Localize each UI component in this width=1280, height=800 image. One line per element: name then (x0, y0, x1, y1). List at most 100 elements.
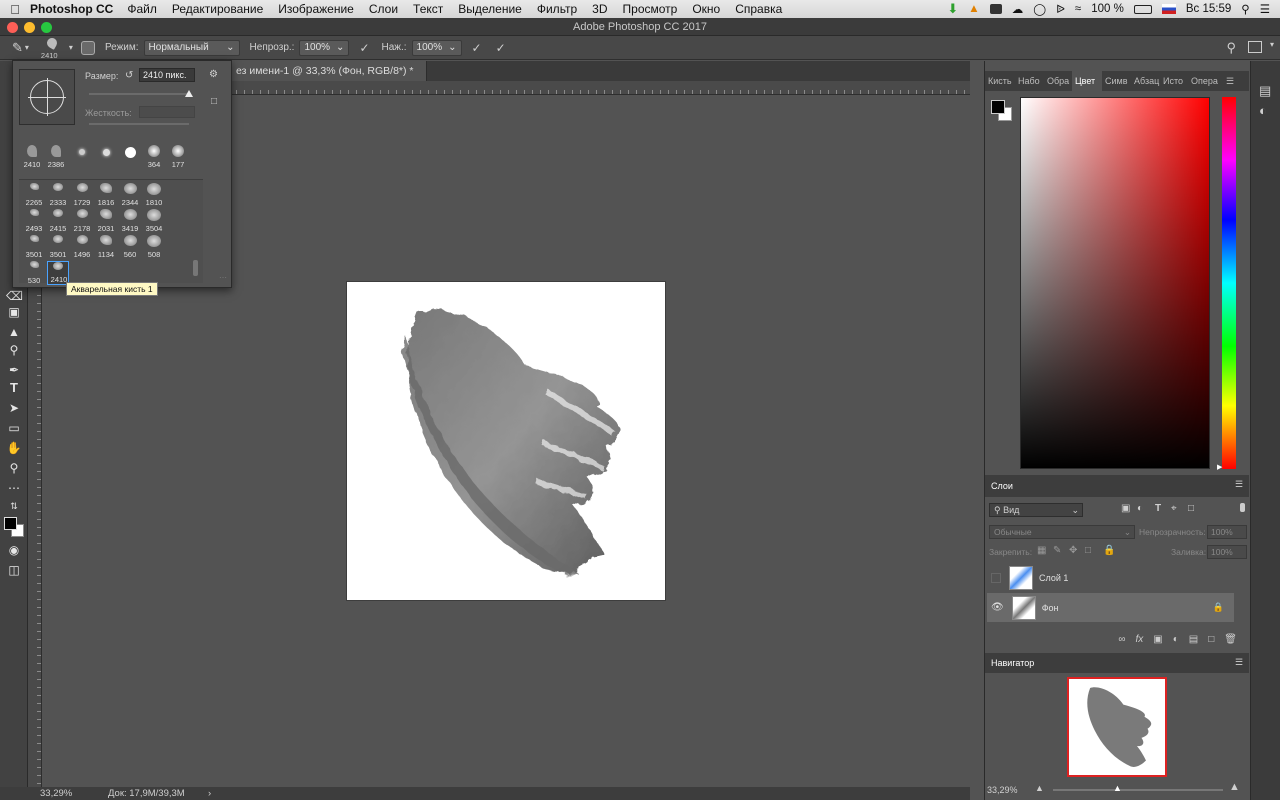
brush-preset[interactable]: 2386 (45, 145, 67, 169)
lock-icon[interactable]: 🔒 (1213, 602, 1224, 613)
color-panel-foreground-swatch[interactable] (991, 100, 1005, 114)
brush-panel-toggle-icon[interactable] (80, 40, 95, 55)
menu-select[interactable]: Выделение (458, 2, 522, 16)
zoom-tool-icon[interactable]: ⚲ (6, 461, 22, 475)
zoom-in-icon[interactable]: ▲ (1229, 781, 1240, 793)
quick-mask-icon[interactable]: ◉ (6, 543, 22, 557)
hue-slider[interactable] (1222, 97, 1236, 469)
link-layers-icon[interactable]: ∞ (1118, 634, 1125, 645)
zoom-out-icon[interactable]: ▲ (1035, 783, 1044, 793)
bluetooth-icon[interactable]: ᐉ (1056, 2, 1065, 16)
tab-paragraph[interactable]: Абзац (1131, 71, 1160, 91)
navigator-zoom-slider[interactable] (1053, 789, 1223, 791)
brush-preset[interactable]: 1134 (95, 235, 117, 259)
pressure-opacity-icon[interactable]: ✓ (359, 41, 369, 55)
screen-mode-icon[interactable]: ◫ (6, 563, 22, 577)
hardness-input[interactable] (139, 106, 195, 118)
panel-menu-icon[interactable]: ☰ (1235, 657, 1243, 668)
apple-icon[interactable]:  (0, 2, 30, 17)
brush-angle-preview[interactable] (19, 69, 75, 125)
brush-preset[interactable]: 3501 (23, 235, 45, 259)
brush-preset[interactable]: 1729 (71, 183, 93, 207)
visibility-toggle[interactable] (991, 572, 1001, 583)
wifi-icon[interactable]: ≈ (1075, 3, 1081, 15)
tab-actions[interactable]: Опера (1188, 71, 1220, 91)
menu-file[interactable]: Файл (127, 2, 157, 16)
battery-label[interactable]: 100 % (1091, 3, 1124, 15)
status-menu-chevron-icon[interactable]: › (208, 787, 211, 800)
filter-toggle[interactable] (1240, 503, 1245, 512)
layer-name[interactable]: Слой 1 (1039, 573, 1068, 583)
reset-size-icon[interactable]: ↺ (125, 70, 133, 81)
brush-preset[interactable]: 530 (23, 261, 45, 285)
tab-samples[interactable]: Обра (1044, 71, 1072, 91)
layer-opacity-input[interactable]: 100% (1207, 525, 1247, 539)
tab-brush-presets[interactable]: Набо (1015, 71, 1044, 91)
tool-preset-chevron-icon[interactable]: ▾ (25, 43, 29, 52)
resize-handle-icon[interactable]: ⋯ (219, 273, 227, 282)
blur-tool-icon[interactable]: ▲ (6, 325, 22, 339)
properties-icon[interactable]: ▤ (1259, 83, 1271, 99)
menu-image[interactable]: Изображение (278, 2, 354, 16)
navigator-panel-title[interactable]: Навигатор (991, 658, 1034, 668)
tab-history[interactable]: Исто (1160, 71, 1188, 91)
document-tab[interactable]: ез имени-1 @ 33,3% (Фон, RGB/8*) * (230, 61, 427, 81)
tab-color[interactable]: Цвет (1072, 71, 1102, 91)
panel-menu-icon[interactable]: ☰ (1235, 479, 1243, 490)
menu-edit[interactable]: Редактирование (172, 2, 263, 16)
brush-preset[interactable]: 2265 (23, 183, 45, 207)
layer-style-icon[interactable]: fx (1136, 634, 1144, 645)
brush-preset[interactable]: 2031 (95, 209, 117, 233)
filter-shape-icon[interactable]: ⌖ (1171, 503, 1177, 514)
new-layer-icon[interactable]: □ (1208, 634, 1214, 645)
lock-artboard-icon[interactable]: □ (1085, 545, 1091, 556)
color-field[interactable] (1020, 97, 1210, 469)
zoom-level[interactable]: 33,29% (40, 787, 72, 800)
lock-all-icon[interactable]: 🔒 (1103, 545, 1115, 556)
layer-blend-mode-select[interactable]: Обычные ⌄ (989, 525, 1135, 539)
brush-preset[interactable]: 3501 (47, 235, 69, 259)
navigator-preview[interactable] (1067, 677, 1167, 777)
dodge-tool-icon[interactable]: ⚲ (6, 343, 22, 357)
adjustments-icon[interactable]: ◐ (1259, 103, 1267, 118)
search-icon[interactable]: ⚲ (1226, 40, 1236, 56)
filter-pixel-icon[interactable]: ▣ (1121, 503, 1130, 514)
brush-picker-chevron-icon[interactable]: ▾ (69, 43, 73, 52)
airbrush-icon[interactable]: ✓ (472, 41, 482, 55)
rectangle-tool-icon[interactable]: ▭ (6, 421, 22, 435)
brush-tool-icon[interactable]: ✎ (12, 40, 23, 56)
app-menu[interactable]: Photoshop CC (30, 2, 113, 16)
adjustment-layer-icon[interactable]: ◐ (1173, 634, 1179, 645)
type-tool-icon[interactable]: T (6, 381, 22, 395)
download-icon[interactable]: ⬇ (947, 1, 958, 17)
brush-preset[interactable]: 177 (167, 145, 189, 169)
close-window-button[interactable] (7, 22, 18, 33)
menu-help[interactable]: Справка (735, 2, 782, 16)
swap-colors-icon[interactable]: ⇅ (6, 499, 22, 513)
brush-preset[interactable]: 560 (119, 235, 141, 259)
brush-preset[interactable]: 364 (143, 145, 165, 169)
gear-icon[interactable]: ⚙ (209, 69, 218, 80)
layer-name[interactable]: Фон (1042, 603, 1059, 613)
size-input[interactable]: 2410 пикс. (139, 68, 195, 82)
brush-preset[interactable]: 1816 (95, 183, 117, 207)
document-canvas[interactable] (347, 282, 665, 600)
opacity-input[interactable]: 100% ⌄ (299, 39, 350, 56)
menu-filter[interactable]: Фильтр (537, 2, 577, 16)
layer-row-background[interactable]: 👁 Фон 🔒 (987, 593, 1234, 622)
notifications-icon[interactable]: ☰ (1260, 2, 1270, 16)
layers-panel-title[interactable]: Слои (991, 481, 1013, 491)
brush-preset[interactable]: 2333 (47, 183, 69, 207)
zoom-window-button[interactable] (41, 22, 52, 33)
more-tools-icon[interactable]: ⋯ (6, 481, 22, 495)
trash-icon[interactable]: 🗑 (1224, 634, 1237, 645)
size-slider-track[interactable] (89, 93, 189, 95)
add-mask-icon[interactable]: ▣ (1153, 634, 1162, 645)
creative-cloud-icon[interactable]: ☁ (1012, 2, 1024, 16)
flow-input[interactable]: 100% ⌄ (411, 39, 462, 56)
foreground-color-swatch[interactable] (4, 517, 17, 530)
minimize-window-button[interactable] (24, 22, 35, 33)
brush-preset[interactable]: 3419 (119, 209, 141, 233)
navigator-zoom-thumb[interactable]: ▲ (1113, 783, 1122, 793)
brush-preset[interactable] (95, 145, 117, 169)
